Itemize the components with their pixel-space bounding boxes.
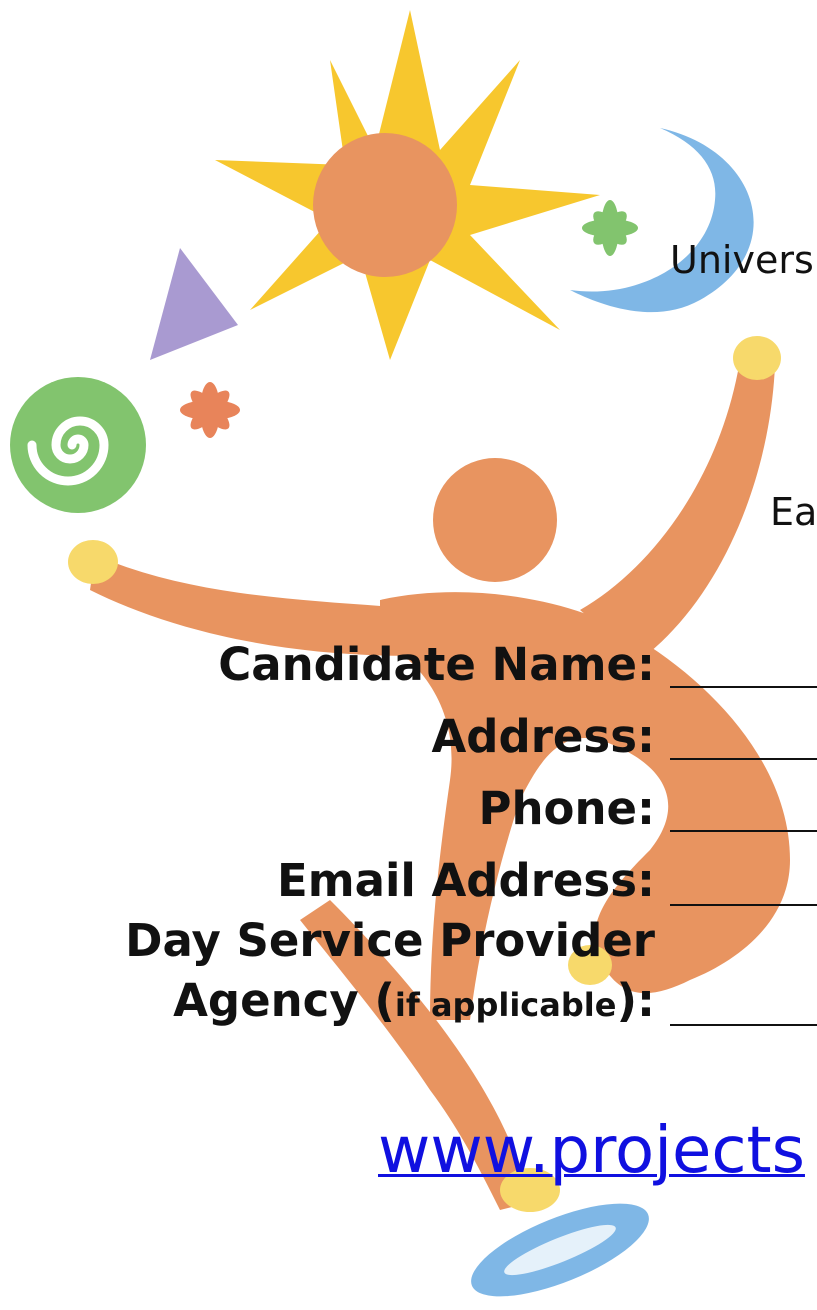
phone-label: Phone:	[478, 782, 655, 835]
email-address-label: Email Address:	[276, 854, 655, 907]
candidate-name-line[interactable]	[670, 686, 817, 688]
header-line-university: Univers	[670, 238, 814, 282]
address-label: Address:	[431, 710, 655, 763]
website-link[interactable]: www.projects	[378, 1114, 805, 1188]
candidate-name-label: Candidate Name:	[218, 638, 655, 691]
flyer-page: Univers Ea Candidate Name: Address: Phon…	[0, 0, 817, 1310]
agency-label-end: ):	[616, 974, 655, 1027]
spiral-icon	[10, 377, 146, 513]
green-star-icon	[582, 200, 638, 256]
agency-label-main: Agency (	[173, 974, 395, 1027]
agency-label: Agency (if applicable):	[173, 974, 655, 1027]
day-service-provider-label: Day Service Provider	[125, 914, 655, 967]
header-line-ea: Ea	[770, 490, 817, 534]
sun-icon	[215, 10, 600, 360]
phone-line[interactable]	[670, 830, 817, 832]
orange-star-icon	[180, 382, 240, 438]
agency-label-small: if applicable	[394, 986, 617, 1024]
address-line[interactable]	[670, 758, 817, 760]
email-address-line[interactable]	[670, 904, 817, 906]
triangle-icon	[150, 248, 238, 360]
agency-line[interactable]	[670, 1024, 817, 1026]
